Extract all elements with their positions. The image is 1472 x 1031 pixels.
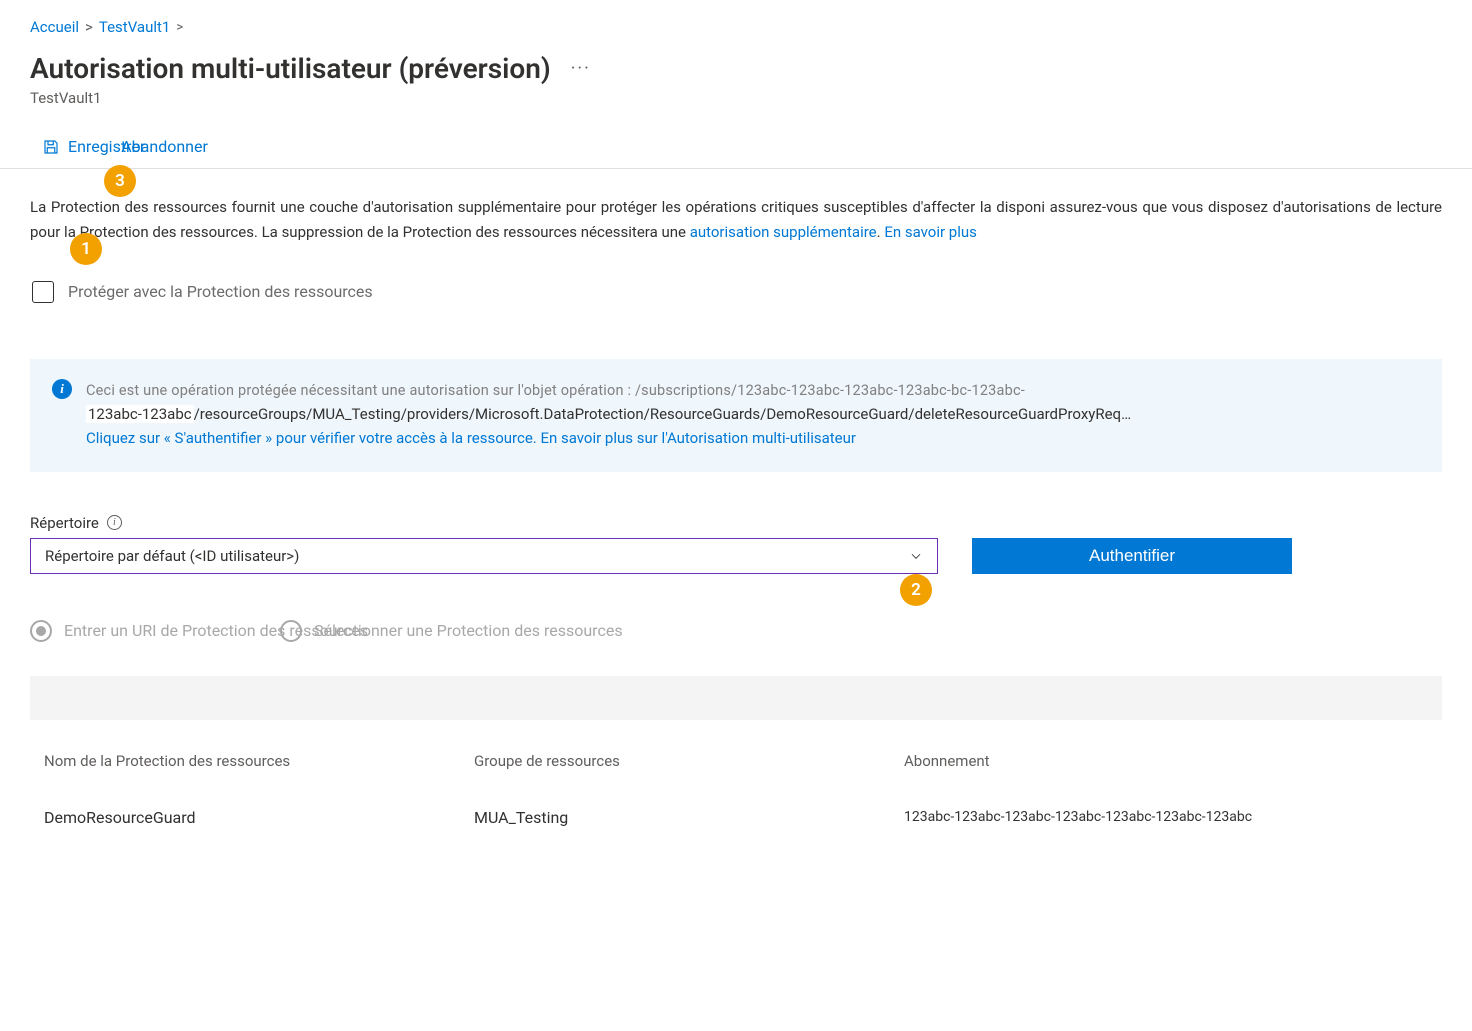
directory-label: Répertoire — [30, 514, 99, 532]
info-line-1: Ceci est une opération protégée nécessit… — [86, 379, 1131, 402]
info-panel: i Ceci est une opération protégée nécess… — [30, 359, 1442, 472]
more-actions-button[interactable]: ··· — [571, 58, 591, 79]
link-additional-auth[interactable]: autorisation supplémentaire — [690, 223, 877, 241]
protect-checkbox[interactable] — [32, 281, 54, 303]
separator-bar — [30, 676, 1442, 720]
chevron-down-icon — [909, 549, 923, 563]
cell-subscription: 123abc-123abc-123abc-123abc-123abc-123ab… — [904, 809, 1428, 825]
resource-guard-table: Nom de la Protection des ressources Grou… — [30, 746, 1442, 833]
directory-select[interactable]: Répertoire par défaut (<ID utilisateur>) — [30, 538, 938, 574]
col-name: Nom de la Protection des ressources — [44, 752, 474, 770]
description-text: La Protection des ressources fournit une… — [30, 195, 1442, 245]
breadcrumb-home[interactable]: Accueil — [30, 18, 79, 36]
table-header: Nom de la Protection des ressources Grou… — [30, 746, 1442, 776]
page-title: Autorisation multi-utilisateur (préversi… — [30, 52, 551, 85]
directory-selected-value: Répertoire par défaut (<ID utilisateur>) — [45, 547, 299, 565]
cell-group: MUA_Testing — [474, 808, 904, 827]
title-row: Autorisation multi-utilisateur (préversi… — [0, 42, 1472, 85]
page-subtitle: TestVault1 — [0, 85, 1472, 125]
radio-select-guard-label: Sélectionner une Protection des ressourc… — [314, 621, 623, 640]
radio-select-guard[interactable] — [280, 620, 302, 642]
info-icon: i — [52, 379, 72, 399]
protect-checkbox-label: Protéger avec la Protection des ressourc… — [68, 282, 373, 301]
breadcrumb: Accueil > TestVault1 > — [0, 0, 1472, 42]
info-line-3: Cliquez sur « S'authentifier » pour véri… — [86, 426, 1131, 450]
discard-label: Abandonner — [121, 137, 208, 156]
link-learn-more[interactable]: En savoir plus — [884, 223, 977, 241]
directory-block: Répertoire i Répertoire par défaut (<ID … — [30, 514, 1442, 574]
chevron-right-icon: > — [176, 20, 183, 35]
col-subscription: Abonnement — [904, 752, 1428, 770]
breadcrumb-sep: > — [85, 18, 93, 36]
col-group: Groupe de ressources — [474, 752, 904, 770]
discard-button[interactable]: Abandonner — [117, 135, 212, 158]
breadcrumb-vault[interactable]: TestVault1 — [99, 18, 170, 36]
command-bar: Enregistrer Abandonner 3 — [0, 125, 1472, 169]
annotation-bubble-1: 1 — [70, 233, 102, 265]
authenticate-button[interactable]: Authentifier — [972, 538, 1292, 574]
protect-checkbox-row: 1 Protéger avec la Protection des ressou… — [30, 281, 1442, 303]
annotation-bubble-2: 2 — [900, 574, 932, 606]
cell-name: DemoResourceGuard — [44, 808, 474, 827]
info-tooltip-icon[interactable]: i — [107, 515, 122, 530]
info-line-2: 123abc-123abc/resourceGroups/MUA_Testing… — [86, 402, 1131, 426]
save-icon — [42, 138, 60, 156]
link-mua-learn-more[interactable]: En savoir plus sur l'Autorisation multi-… — [540, 429, 856, 447]
radio-enter-uri[interactable] — [30, 620, 52, 642]
source-radio-group: Entrer un URI de Protection des ressourc… — [30, 620, 1442, 642]
table-row[interactable]: DemoResourceGuard MUA_Testing 123abc-123… — [30, 802, 1442, 833]
